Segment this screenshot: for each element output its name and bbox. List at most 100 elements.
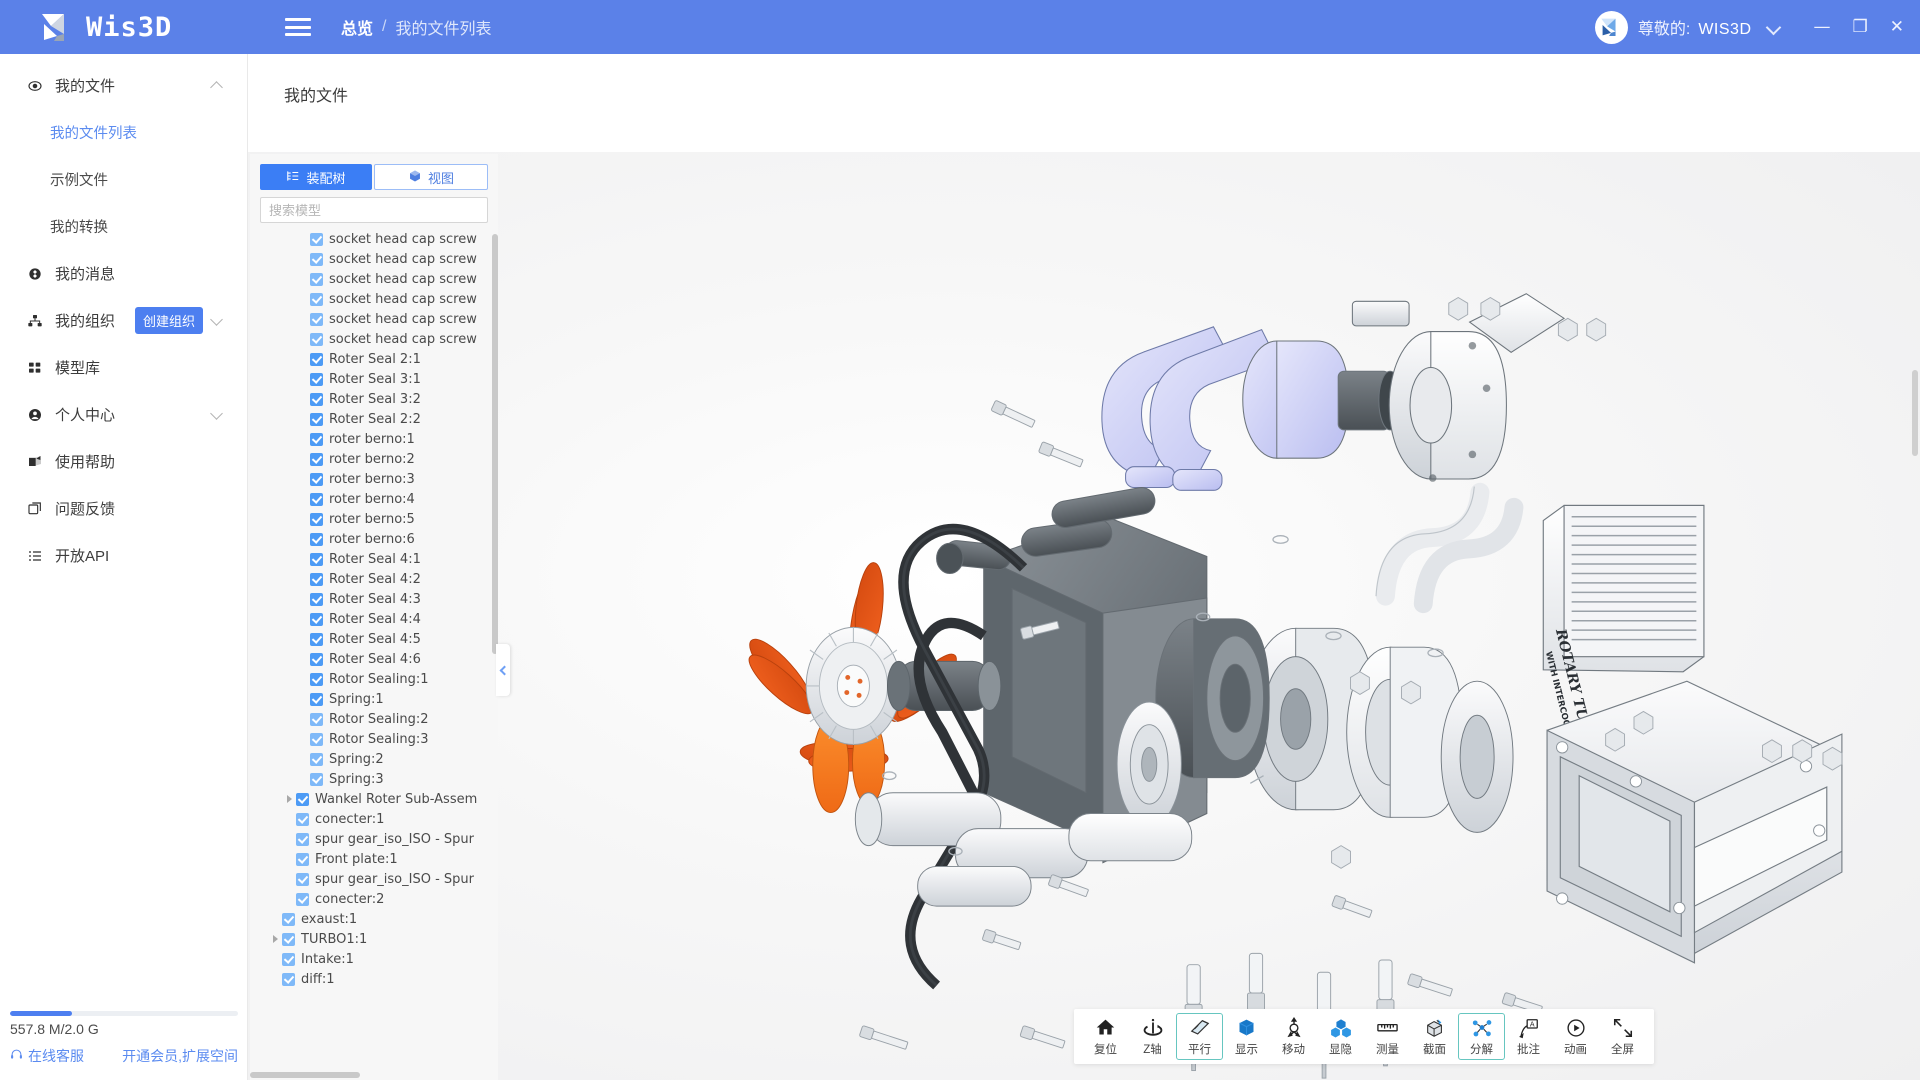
- tree-item-checkbox[interactable]: [310, 312, 323, 326]
- tree-horizontal-scrollbar[interactable]: [250, 1072, 360, 1078]
- tree-item[interactable]: Spring:2: [250, 749, 498, 769]
- tree-item-checkbox[interactable]: [310, 332, 323, 346]
- online-support-link[interactable]: 在线客服: [10, 1046, 84, 1066]
- tree-item[interactable]: roter berno:6: [250, 529, 498, 549]
- tree-item[interactable]: Roter Seal 4:4: [250, 609, 498, 629]
- tree-item-checkbox[interactable]: [282, 952, 295, 966]
- tree-item-checkbox[interactable]: [310, 352, 323, 366]
- tree-item[interactable]: spur gear_iso_ISO - Spur: [250, 869, 498, 889]
- tree-item[interactable]: socket head cap screw: [250, 329, 498, 349]
- page-scrollbar[interactable]: [1912, 370, 1918, 456]
- breadcrumb-root[interactable]: 总览: [341, 15, 373, 39]
- tree-item-checkbox[interactable]: [310, 472, 323, 486]
- sidebar-item-1[interactable]: 我的文件列表: [0, 109, 247, 156]
- tree-item[interactable]: Roter Seal 2:1: [250, 349, 498, 369]
- create-org-button[interactable]: 创建组织: [135, 307, 204, 334]
- tree-item-checkbox[interactable]: [310, 712, 323, 726]
- chevron-down-icon[interactable]: [1768, 21, 1780, 33]
- tree-item[interactable]: exaust:1: [250, 909, 498, 929]
- tree-item[interactable]: Rotor Sealing:2: [250, 709, 498, 729]
- tree-item[interactable]: Roter Seal 4:3: [250, 589, 498, 609]
- close-button[interactable]: ✕: [1890, 18, 1904, 36]
- model-viewport[interactable]: ROTARY TURBO WITH INTERCOOLER 装配树 视图 搜索模…: [248, 152, 1920, 1080]
- tree-item-checkbox[interactable]: [296, 812, 309, 826]
- tree-item-checkbox[interactable]: [310, 552, 323, 566]
- tree-item[interactable]: Roter Seal 3:1: [250, 369, 498, 389]
- tree-item-checkbox[interactable]: [310, 672, 323, 686]
- sidebar-item-8[interactable]: 使用帮助: [0, 438, 247, 485]
- hamburger-menu-icon[interactable]: [285, 18, 311, 36]
- sidebar-item-3[interactable]: 我的转换: [0, 203, 247, 250]
- panel-collapse-handle[interactable]: [496, 644, 510, 696]
- toolbar-button-0[interactable]: 复位: [1082, 1013, 1129, 1060]
- tree-item[interactable]: Roter Seal 4:6: [250, 649, 498, 669]
- sidebar-item-9[interactable]: 问题反馈: [0, 485, 247, 532]
- tree-item[interactable]: Spring:1: [250, 689, 498, 709]
- chevron-down-icon[interactable]: [212, 315, 223, 326]
- tree-item[interactable]: roter berno:4: [250, 489, 498, 509]
- tree-item-checkbox[interactable]: [282, 932, 295, 946]
- tree-item[interactable]: Roter Seal 4:1: [250, 549, 498, 569]
- avatar[interactable]: [1594, 10, 1628, 44]
- tree-tab-0[interactable]: 装配树: [260, 164, 372, 190]
- tree-item[interactable]: spur gear_iso_ISO - Spur: [250, 829, 498, 849]
- toolbar-button-1[interactable]: Z轴: [1129, 1013, 1176, 1060]
- tree-item[interactable]: Roter Seal 4:5: [250, 629, 498, 649]
- tree-item[interactable]: TURBO1:1: [250, 929, 498, 949]
- sidebar-item-7[interactable]: 个人中心: [0, 391, 247, 438]
- assembly-tree-list[interactable]: socket head cap screw socket head cap scr…: [250, 229, 498, 1080]
- tree-item-checkbox[interactable]: [310, 272, 323, 286]
- tree-item[interactable]: Intake:1: [250, 949, 498, 969]
- toolbar-button-6[interactable]: 测量: [1364, 1013, 1411, 1060]
- tree-item[interactable]: conecter:2: [250, 889, 498, 909]
- tree-item-checkbox[interactable]: [296, 872, 309, 886]
- tree-item[interactable]: Rotor Sealing:1: [250, 669, 498, 689]
- toolbar-button-8[interactable]: 分解: [1458, 1013, 1505, 1060]
- maximize-button[interactable]: ❐: [1853, 18, 1868, 36]
- tree-item[interactable]: socket head cap screw: [250, 289, 498, 309]
- toolbar-button-4[interactable]: 移动: [1270, 1013, 1317, 1060]
- tree-item[interactable]: Roter Seal 2:2: [250, 409, 498, 429]
- sidebar-item-10[interactable]: 开放API: [0, 532, 247, 579]
- tree-item-checkbox[interactable]: [310, 232, 323, 246]
- chevron-down-icon[interactable]: [212, 409, 223, 420]
- tree-item-checkbox[interactable]: [310, 432, 323, 446]
- tree-item-checkbox[interactable]: [282, 912, 295, 926]
- toolbar-button-7[interactable]: 截面: [1411, 1013, 1458, 1060]
- tree-item[interactable]: Spring:3: [250, 769, 498, 789]
- sidebar-item-0[interactable]: 我的文件: [0, 62, 247, 109]
- tree-item-checkbox[interactable]: [310, 412, 323, 426]
- tree-item-checkbox[interactable]: [310, 512, 323, 526]
- tree-item[interactable]: roter berno:3: [250, 469, 498, 489]
- tree-item[interactable]: socket head cap screw: [250, 229, 498, 249]
- tree-item[interactable]: Front plate:1: [250, 849, 498, 869]
- toolbar-button-11[interactable]: 全屏: [1599, 1013, 1646, 1060]
- tree-item[interactable]: socket head cap screw: [250, 269, 498, 289]
- tree-item-checkbox[interactable]: [310, 592, 323, 606]
- tree-item-checkbox[interactable]: [310, 772, 323, 786]
- search-input[interactable]: [269, 202, 479, 218]
- sidebar-item-2[interactable]: 示例文件: [0, 156, 247, 203]
- tree-item-checkbox[interactable]: [310, 452, 323, 466]
- tree-item-checkbox[interactable]: [310, 372, 323, 386]
- tree-item-checkbox[interactable]: [310, 692, 323, 706]
- tree-item-checkbox[interactable]: [310, 492, 323, 506]
- sidebar-item-4[interactable]: 我的消息: [0, 250, 247, 297]
- tree-item-checkbox[interactable]: [310, 752, 323, 766]
- tree-item-checkbox[interactable]: [310, 392, 323, 406]
- tree-item-checkbox[interactable]: [310, 572, 323, 586]
- tree-item[interactable]: roter berno:1: [250, 429, 498, 449]
- tree-item[interactable]: Roter Seal 4:2: [250, 569, 498, 589]
- tree-item-checkbox[interactable]: [296, 832, 309, 846]
- toolbar-button-2[interactable]: 平行: [1176, 1013, 1223, 1060]
- tree-item[interactable]: socket head cap screw: [250, 249, 498, 269]
- tree-item-checkbox[interactable]: [310, 652, 323, 666]
- tree-tab-1[interactable]: 视图: [374, 164, 488, 190]
- chevron-up-icon[interactable]: [212, 80, 223, 91]
- tree-item-checkbox[interactable]: [310, 532, 323, 546]
- expand-triangle-icon[interactable]: [270, 933, 282, 945]
- tree-item[interactable]: Roter Seal 3:2: [250, 389, 498, 409]
- search-model-box[interactable]: [260, 197, 488, 223]
- tree-vertical-scrollbar[interactable]: [492, 234, 498, 654]
- toolbar-button-10[interactable]: 动画: [1552, 1013, 1599, 1060]
